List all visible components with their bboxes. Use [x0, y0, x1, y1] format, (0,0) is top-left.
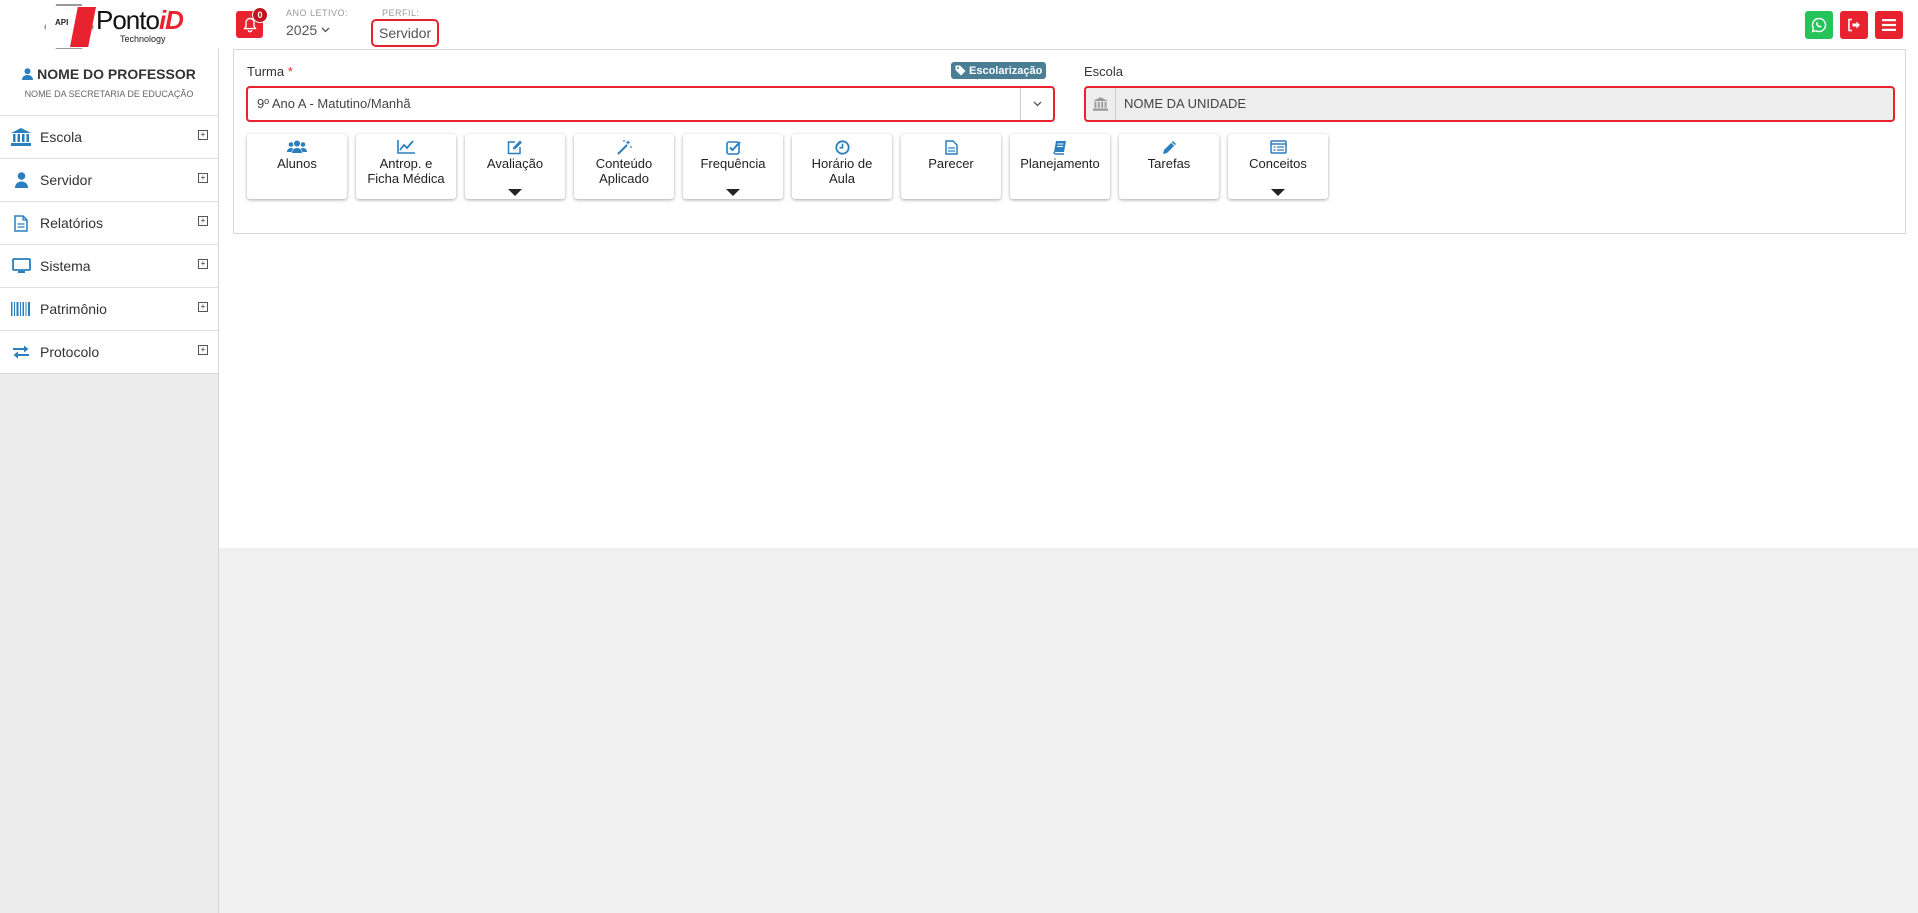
user-profile: NOME DO PROFESSOR NOME DA SECRETARIA DE … — [0, 49, 218, 116]
sidebar-item-label: Escola — [40, 129, 83, 145]
tile-label: Tarefas — [1147, 156, 1191, 171]
monitor-icon — [10, 256, 32, 276]
chevron-down-icon — [1033, 101, 1041, 107]
tile-conceitos[interactable]: Conceitos — [1228, 134, 1328, 199]
dropdown-caret-icon — [508, 189, 522, 196]
perfil-selector[interactable]: Servidor — [371, 19, 440, 47]
sidebar-item-label: Protocolo — [40, 344, 100, 360]
tag-icon — [955, 65, 966, 76]
bank-icon — [1086, 88, 1116, 120]
line-chart-icon — [356, 139, 456, 155]
hamburger-icon — [1882, 19, 1896, 31]
ano-letivo-selector[interactable]: 2025 — [286, 22, 330, 38]
barcode-icon — [10, 299, 32, 319]
turma-label-text: Turma — [247, 64, 285, 79]
list-alt-icon — [1228, 139, 1328, 155]
sidebar-item-label: Servidor — [40, 172, 93, 188]
logo-brand: PontoiD — [96, 5, 184, 35]
clock-icon — [792, 139, 892, 155]
sign-out-icon — [1848, 18, 1860, 32]
logo-hex-text: API — [55, 18, 69, 27]
pontoid-logo[interactable]: API PontoiD Technology — [40, 1, 184, 50]
main-menu-button[interactable] — [1875, 11, 1903, 39]
user-name-text: NOME DO PROFESSOR — [37, 66, 196, 82]
expand-plus-icon: + — [198, 173, 208, 183]
whatsapp-button[interactable] — [1805, 11, 1833, 39]
file-icon — [10, 213, 32, 233]
logout-button[interactable] — [1840, 11, 1868, 39]
expand-plus-icon: + — [198, 259, 208, 269]
perfil-label: PERFIL: — [382, 8, 420, 18]
expand-plus-icon: + — [198, 216, 208, 226]
tile-label: Planejamento — [1020, 156, 1100, 171]
tile-label: Parecer — [928, 156, 974, 171]
tile-frequencia[interactable]: Frequência — [683, 134, 783, 199]
notifications-count-badge: 0 — [252, 7, 268, 23]
turma-label: Turma * — [247, 64, 293, 79]
escolarizacao-badge[interactable]: Escolarização — [951, 62, 1047, 79]
tile-horario-de-aula[interactable]: Horário de Aula — [792, 134, 892, 199]
sidebar-item-escola[interactable]: Escola + — [0, 116, 218, 159]
tile-label: Conteúdo Aplicado — [595, 156, 653, 186]
sidebar-item-sistema[interactable]: Sistema + — [0, 245, 218, 288]
expand-plus-icon: + — [198, 130, 208, 140]
user-organization: NOME DA SECRETARIA DE EDUCAÇÃO — [24, 89, 194, 99]
tile-parecer[interactable]: Parecer — [901, 134, 1001, 199]
expand-plus-icon: + — [198, 302, 208, 312]
sidebar-item-relatorios[interactable]: Relatórios + — [0, 202, 218, 245]
whatsapp-icon — [1811, 17, 1827, 33]
tile-avaliacao[interactable]: Avaliação — [465, 134, 565, 199]
edit-icon — [465, 139, 565, 155]
dropdown-caret-icon — [726, 189, 740, 196]
tile-label: Alunos — [277, 156, 317, 171]
escolarizacao-badge-label: Escolarização — [969, 64, 1043, 77]
check-square-icon — [683, 139, 783, 155]
required-marker: * — [287, 64, 293, 79]
tile-conteudo-aplicado[interactable]: Conteúdo Aplicado — [574, 134, 674, 199]
sidebar-item-patrimonio[interactable]: Patrimônio + — [0, 288, 218, 331]
sidebar-item-label: Sistema — [40, 258, 91, 274]
sidebar-item-servidor[interactable]: Servidor + — [0, 159, 218, 202]
turma-select-arrow[interactable] — [1020, 88, 1053, 120]
escola-field[interactable]: NOME DA UNIDADE — [1084, 86, 1895, 122]
bank-icon — [10, 127, 32, 147]
tile-label: Avaliação — [486, 156, 544, 171]
tile-label: Conceitos — [1249, 156, 1307, 171]
expand-plus-icon: + — [198, 345, 208, 355]
tile-label: Horário de Aula — [811, 156, 873, 186]
ano-letivo-label: ANO LETIVO: — [286, 8, 349, 18]
escola-label: Escola — [1084, 64, 1124, 79]
turma-select-value: 9º Ano A - Matutino/Manhã — [257, 96, 411, 111]
document-icon — [901, 139, 1001, 155]
magic-wand-icon — [574, 139, 674, 155]
turma-select[interactable]: 9º Ano A - Matutino/Manhã — [246, 86, 1055, 122]
tile-planejamento[interactable]: Planejamento — [1010, 134, 1110, 199]
users-icon — [247, 139, 347, 155]
dropdown-caret-icon — [1271, 189, 1285, 196]
tile-tarefas[interactable]: Tarefas — [1119, 134, 1219, 199]
sidebar-item-label: Patrimônio — [40, 301, 107, 317]
pencil-icon — [1119, 139, 1219, 155]
tile-label: Antrop. e Ficha Médica — [367, 156, 445, 186]
tile-alunos[interactable]: Alunos — [247, 134, 347, 199]
top-bar: API PontoiD Technology 0 ANO LETIVO: 202… — [0, 0, 1918, 50]
sidebar: NOME DO PROFESSOR NOME DA SECRETARIA DE … — [0, 49, 219, 913]
sidebar-item-protocolo[interactable]: Protocolo + — [0, 331, 218, 374]
tile-label: Frequência — [700, 156, 766, 171]
sidebar-item-label: Relatórios — [40, 215, 104, 231]
tile-antrop-ficha-medica[interactable]: Antrop. e Ficha Médica — [356, 134, 456, 199]
chevron-down-icon — [321, 27, 330, 33]
book-icon — [1010, 139, 1110, 155]
logo-sub: Technology — [120, 34, 166, 44]
user-icon — [10, 170, 32, 190]
exchange-icon — [10, 342, 32, 362]
user-name: NOME DO PROFESSOR — [0, 49, 218, 82]
logo-area: API PontoiD Technology — [0, 0, 218, 50]
ano-letivo-value: 2025 — [286, 22, 318, 38]
escola-field-value: NOME DA UNIDADE — [1124, 96, 1247, 111]
user-icon — [22, 68, 34, 80]
